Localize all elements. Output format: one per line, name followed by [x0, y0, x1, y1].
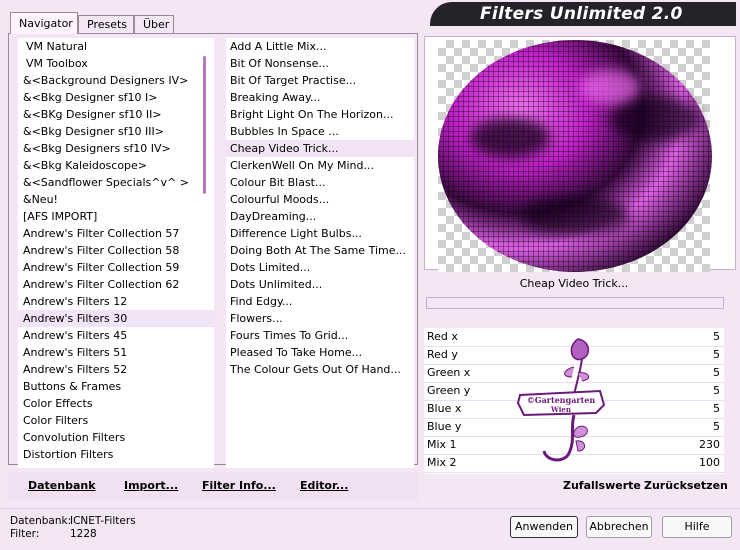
param-value: 5: [713, 402, 720, 415]
param-value: 5: [713, 330, 720, 343]
param-value: 230: [699, 438, 720, 451]
preview-shade: [520, 196, 630, 236]
filter-item[interactable]: Cheap Video Trick...: [226, 140, 414, 157]
status-info: Datenbank:ICNET-Filters Filter: 1228: [10, 515, 136, 541]
category-item[interactable]: Buttons & Frames: [18, 378, 214, 395]
category-list[interactable]: VM Natural VM Toolbox &<Background Designe…: [18, 38, 214, 468]
datenbank-button[interactable]: Datenbank: [28, 472, 96, 500]
category-item[interactable]: &<Sandflower Specials^v^ >: [18, 174, 214, 191]
filter-item[interactable]: Add A Little Mix...: [226, 38, 414, 55]
reset-button[interactable]: Zurücksetzen: [644, 479, 728, 492]
filter-item[interactable]: Dots Limited...: [226, 259, 414, 276]
app-title: Filters Unlimited 2.0: [480, 4, 683, 24]
category-item[interactable]: Distortion Filters: [18, 446, 214, 463]
preview-image[interactable]: [438, 40, 712, 272]
filter-item[interactable]: Dots Unlimited...: [226, 276, 414, 293]
category-item[interactable]: &<Bkg Kaleidoscope>: [18, 157, 214, 174]
filter-item[interactable]: Find Edgy...: [226, 293, 414, 310]
category-item[interactable]: Andrew's Filters 52: [18, 361, 214, 378]
category-item[interactable]: &<Bkg Designer sf10 I>: [18, 89, 214, 106]
param-label: Green y: [427, 384, 471, 397]
param-value: 5: [713, 384, 720, 397]
random-values-button[interactable]: Zufallswerte: [563, 479, 641, 492]
param-label: Blue y: [427, 420, 462, 433]
tab-uber[interactable]: Über: [134, 15, 174, 33]
category-item[interactable]: VM Natural: [18, 38, 214, 55]
import-button[interactable]: Import...: [124, 472, 178, 500]
filter-item[interactable]: Bubbles In Space ...: [226, 123, 414, 140]
filter-item[interactable]: Bit Of Target Practise...: [226, 72, 414, 89]
category-item[interactable]: Convolution Filters: [18, 429, 214, 446]
preview-shade: [610, 96, 700, 142]
filter-list[interactable]: Add A Little Mix... Bit Of Nonsense... Bit…: [226, 38, 414, 468]
category-item[interactable]: Andrew's Filters 45: [18, 327, 214, 344]
filter-item[interactable]: Flowers...: [226, 310, 414, 327]
filter-item[interactable]: Fours Times To Grid...: [226, 327, 414, 344]
help-button[interactable]: Hilfe: [662, 516, 732, 538]
filter-item[interactable]: Bright Light On The Horizon...: [226, 106, 414, 123]
database-value: ICNET-Filters: [70, 515, 136, 527]
param-label: Mix 2: [427, 456, 457, 469]
filter-item[interactable]: Pleased To Take Home...: [226, 344, 414, 361]
param-label: Blue x: [427, 402, 462, 415]
preview-shade: [470, 118, 550, 158]
category-scrollbar-thumb[interactable]: [203, 56, 206, 194]
category-item[interactable]: Andrew's Filter Collection 57: [18, 225, 214, 242]
filter-item[interactable]: DayDreaming...: [226, 208, 414, 225]
category-item[interactable]: &<Bkg Designers sf10 IV>: [18, 140, 214, 157]
filter-item[interactable]: Doing Both At The Same Time...: [226, 242, 414, 259]
progress-bar: [426, 297, 724, 309]
filter-item[interactable]: Bit Of Nonsense...: [226, 55, 414, 72]
tab-navigator[interactable]: Navigator: [10, 12, 78, 34]
watermark-text: ©Gartengarten: [527, 395, 596, 405]
watermark-text: Wien: [550, 405, 571, 414]
category-item[interactable]: Andrew's Filters 51: [18, 344, 214, 361]
filter-item[interactable]: ClerkenWell On My Mind...: [226, 157, 414, 174]
param-label: Green x: [427, 366, 471, 379]
filter-count-value: 1228: [70, 528, 97, 540]
filter-item[interactable]: The Colour Gets Out Of Hand...: [226, 361, 414, 378]
cancel-button[interactable]: Abbrechen: [586, 516, 652, 538]
category-item[interactable]: Andrew's Filters 12: [18, 293, 214, 310]
watermark-logo: ©Gartengarten Wien: [516, 338, 606, 462]
category-item[interactable]: Color Effects: [18, 395, 214, 412]
param-value: 5: [713, 366, 720, 379]
param-value: 5: [713, 420, 720, 433]
category-item[interactable]: &<BKg Designer sf10 II>: [18, 106, 214, 123]
category-item[interactable]: &<Bkg Designer sf10 III>: [18, 123, 214, 140]
category-item[interactable]: Color Filters: [18, 412, 214, 429]
category-item[interactable]: Andrew's Filters 30: [18, 310, 214, 327]
preview-highlight: [580, 70, 640, 104]
filter-item[interactable]: Breaking Away...: [226, 89, 414, 106]
preview-filter-name: Cheap Video Trick...: [519, 277, 629, 290]
filter-info-button[interactable]: Filter Info...: [202, 472, 276, 500]
filter-count-label: Filter:: [10, 528, 40, 540]
tab-presets[interactable]: Presets: [78, 15, 134, 33]
filter-item[interactable]: Colourful Moods...: [226, 191, 414, 208]
filter-item[interactable]: Difference Light Bulbs...: [226, 225, 414, 242]
category-item[interactable]: Andrew's Filter Collection 58: [18, 242, 214, 259]
database-label: Datenbank:: [10, 515, 72, 527]
param-label: Red x: [427, 330, 458, 343]
category-item[interactable]: [AFS IMPORT]: [18, 208, 214, 225]
param-label: Red y: [427, 348, 458, 361]
divider: [0, 508, 740, 509]
filter-item[interactable]: Colour Bit Blast...: [226, 174, 414, 191]
category-item[interactable]: &Neu!: [18, 191, 214, 208]
category-item[interactable]: &<Background Designers IV>: [18, 72, 214, 89]
param-value: 100: [699, 456, 720, 469]
apply-button[interactable]: Anwenden: [510, 516, 578, 538]
category-item[interactable]: Andrew's Filter Collection 62: [18, 276, 214, 293]
param-value: 5: [713, 348, 720, 361]
category-item[interactable]: Andrew's Filter Collection 59: [18, 259, 214, 276]
bottom-toolbar: Datenbank Import... Filter Info... Edito…: [8, 472, 418, 500]
category-item[interactable]: VM Toolbox: [18, 55, 214, 72]
param-label: Mix 1: [427, 438, 457, 451]
editor-button[interactable]: Editor...: [300, 472, 348, 500]
